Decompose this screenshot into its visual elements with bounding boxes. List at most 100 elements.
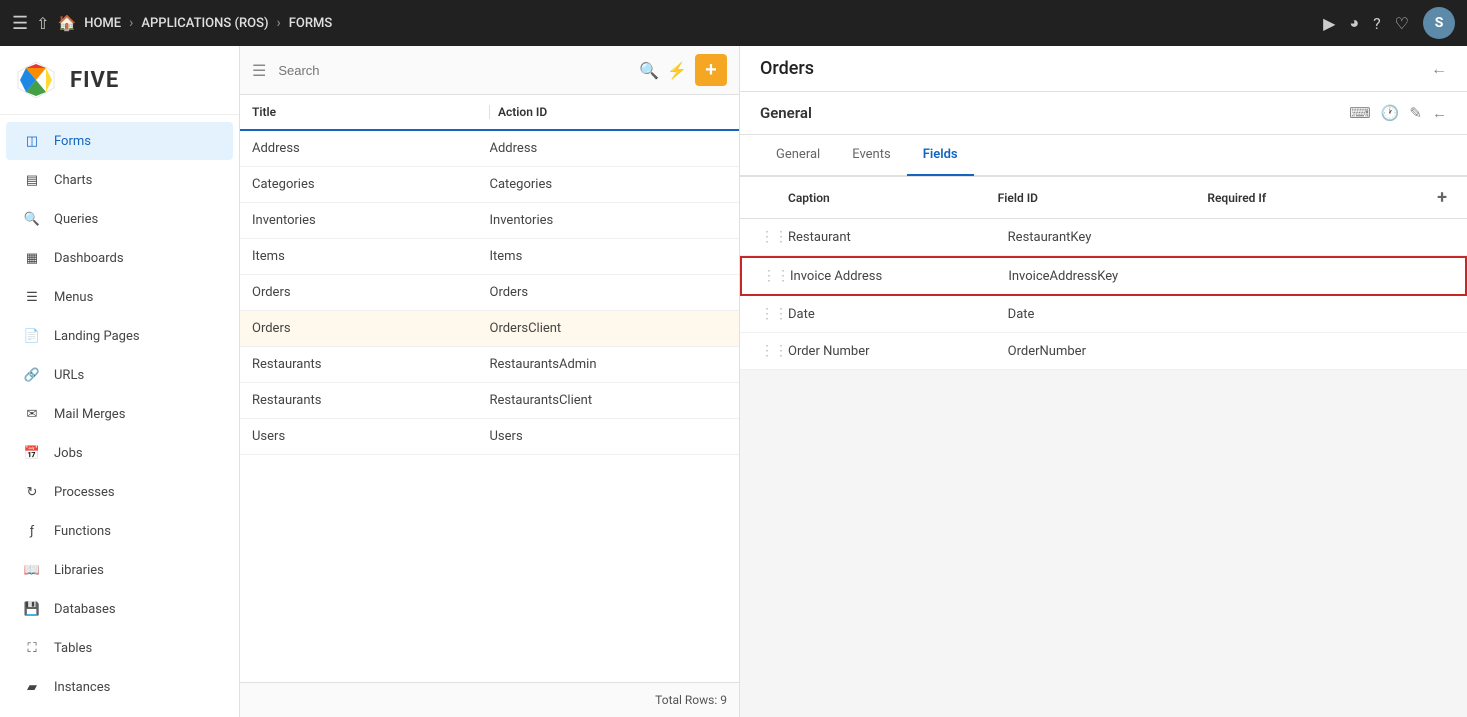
sidebar-item-label-urls: URLs [54, 368, 84, 383]
sidebar-item-label-queries: Queries [54, 212, 98, 227]
table-row[interactable]: Orders Orders [240, 275, 739, 311]
cell-title-2: Inventories [252, 213, 490, 228]
sidebar-item-functions[interactable]: ƒ Functions [6, 512, 233, 550]
add-field-col: + [1417, 187, 1447, 208]
field-id-0: RestaurantKey [1008, 230, 1228, 245]
sidebar-item-queries[interactable]: 🔍 Queries [6, 200, 233, 238]
back-icon[interactable]: ← [1431, 59, 1447, 79]
filter-icon[interactable]: ☰ [252, 61, 266, 80]
tab-general[interactable]: General [760, 135, 836, 176]
search-globe-icon[interactable]: ◕ [1349, 13, 1359, 33]
col-action-header: Action ID [498, 105, 727, 119]
table-row[interactable]: Orders OrdersClient [240, 311, 739, 347]
field-caption-0: Restaurant [788, 230, 1008, 245]
sidebar-item-charts[interactable]: ▤ Charts [6, 161, 233, 199]
sidebar-item-landing-pages[interactable]: 📄 Landing Pages [6, 317, 233, 355]
field-row[interactable]: ⋮⋮ Invoice Address InvoiceAddressKey [740, 256, 1467, 296]
table-row[interactable]: Categories Categories [240, 167, 739, 203]
drag-handle-3[interactable]: ⋮⋮ [760, 343, 788, 359]
sidebar-logo: FIVE [0, 46, 239, 115]
cell-action-2: Inventories [490, 213, 728, 228]
charts-icon: ▤ [22, 170, 42, 190]
sidebar-item-label-forms: Forms [54, 134, 91, 149]
drag-handle-0[interactable]: ⋮⋮ [760, 229, 788, 245]
drag-handle-1[interactable]: ⋮⋮ [762, 268, 790, 284]
tab-events[interactable]: Events [836, 135, 906, 176]
functions-icon: ƒ [22, 521, 42, 541]
search-icon[interactable]: 🔍 [639, 61, 659, 80]
drag-handle-2[interactable]: ⋮⋮ [760, 306, 788, 322]
table-row[interactable]: Users Users [240, 419, 739, 455]
cell-action-0: Address [490, 141, 728, 156]
cell-action-5: OrdersClient [490, 321, 728, 336]
tab-fields[interactable]: Fields [907, 135, 974, 176]
sidebar-item-resources[interactable]: ◆ Resources [6, 707, 233, 717]
mail-merges-icon: ✉ [22, 404, 42, 424]
instances-icon: ▰ [22, 677, 42, 697]
breadcrumb-applications[interactable]: APPLICATIONS (ROS) [141, 16, 268, 31]
dashboards-icon: ▦ [22, 248, 42, 268]
caption-col-header: Caption [788, 191, 998, 205]
collapse-icon[interactable]: ← [1432, 104, 1447, 122]
sidebar-item-tables[interactable]: ⛶ Tables [6, 629, 233, 667]
clock-icon[interactable]: 🕐 [1381, 104, 1400, 122]
table-row[interactable]: Inventories Inventories [240, 203, 739, 239]
sidebar-item-label-menus: Menus [54, 290, 93, 305]
sidebar-item-label-landing-pages: Landing Pages [54, 329, 140, 344]
field-caption-2: Date [788, 307, 1008, 322]
sidebar-item-libraries[interactable]: 📖 Libraries [6, 551, 233, 589]
add-field-button[interactable]: + [1437, 187, 1447, 208]
sidebar-item-mail-merges[interactable]: ✉ Mail Merges [6, 395, 233, 433]
sidebar-item-label-charts: Charts [54, 173, 92, 188]
sidebar-item-processes[interactable]: ↻ Processes [6, 473, 233, 511]
table-row[interactable]: Items Items [240, 239, 739, 275]
cell-title-5: Orders [252, 321, 490, 336]
menu-icon[interactable]: ☰ [12, 13, 28, 34]
sidebar-item-label-dashboards: Dashboards [54, 251, 124, 266]
sidebar-item-urls[interactable]: 🔗 URLs [6, 356, 233, 394]
edit-icon[interactable]: ✎ [1409, 104, 1422, 122]
processes-icon: ↻ [22, 482, 42, 502]
breadcrumb-home[interactable]: HOME [84, 16, 121, 31]
add-button[interactable]: + [695, 54, 727, 86]
sidebar-item-dashboards[interactable]: ▦ Dashboards [6, 239, 233, 277]
field-row[interactable]: ⋮⋮ Restaurant RestaurantKey [740, 219, 1467, 256]
middle-table: Title Action ID Address Address Categori… [240, 95, 739, 682]
cell-action-8: Users [490, 429, 728, 444]
breadcrumb: HOME › APPLICATIONS (ROS) › FORMS [84, 15, 332, 31]
field-caption-3: Order Number [788, 344, 1008, 359]
field-row[interactable]: ⋮⋮ Date Date [740, 296, 1467, 333]
sidebar-item-menus[interactable]: ☰ Menus [6, 278, 233, 316]
forms-icon: ◫ [22, 131, 42, 151]
flash-icon[interactable]: ⚡ [667, 61, 687, 80]
cell-title-1: Categories [252, 177, 490, 192]
sidebar-item-instances[interactable]: ▰ Instances [6, 668, 233, 706]
cell-action-1: Categories [490, 177, 728, 192]
table-row[interactable]: Restaurants RestaurantsClient [240, 383, 739, 419]
play-icon[interactable]: ▶ [1323, 14, 1335, 33]
fields-table: Caption Field ID Required If + ⋮⋮ Restau… [740, 177, 1467, 370]
sidebar-item-forms[interactable]: ◫ Forms [6, 122, 233, 160]
up-icon[interactable]: ⇧ [36, 14, 49, 33]
sidebar-item-jobs[interactable]: 📅 Jobs [6, 434, 233, 472]
table-row[interactable]: Restaurants RestaurantsAdmin [240, 347, 739, 383]
sidebar-item-label-processes: Processes [54, 485, 115, 500]
field-row[interactable]: ⋮⋮ Order Number OrderNumber [740, 333, 1467, 370]
logo-text: FIVE [70, 68, 119, 93]
table-row[interactable]: Address Address [240, 131, 739, 167]
bell-icon[interactable]: ♡ [1395, 14, 1409, 33]
sidebar-nav: ◫ Forms ▤ Charts 🔍 Queries ▦ Dashboards … [0, 115, 239, 717]
breadcrumb-forms[interactable]: FORMS [289, 16, 333, 31]
cell-action-4: Orders [490, 285, 728, 300]
sidebar-item-databases[interactable]: 💾 Databases [6, 590, 233, 628]
sidebar: FIVE ◫ Forms ▤ Charts 🔍 Queries ▦ Dashbo… [0, 46, 240, 717]
field-caption-1: Invoice Address [790, 269, 1008, 284]
avatar[interactable]: S [1423, 7, 1455, 39]
monitor-icon[interactable]: ⌨ [1349, 104, 1371, 122]
urls-icon: 🔗 [22, 365, 42, 385]
right-panel: Orders ← General ⌨ 🕐 ✎ ← GeneralEventsFi… [740, 46, 1467, 717]
search-input[interactable] [274, 59, 631, 82]
cell-title-7: Restaurants [252, 393, 490, 408]
help-icon[interactable]: ? [1373, 14, 1381, 33]
middle-panel: ☰ 🔍 ⚡ + Title Action ID Address Address … [240, 46, 740, 717]
